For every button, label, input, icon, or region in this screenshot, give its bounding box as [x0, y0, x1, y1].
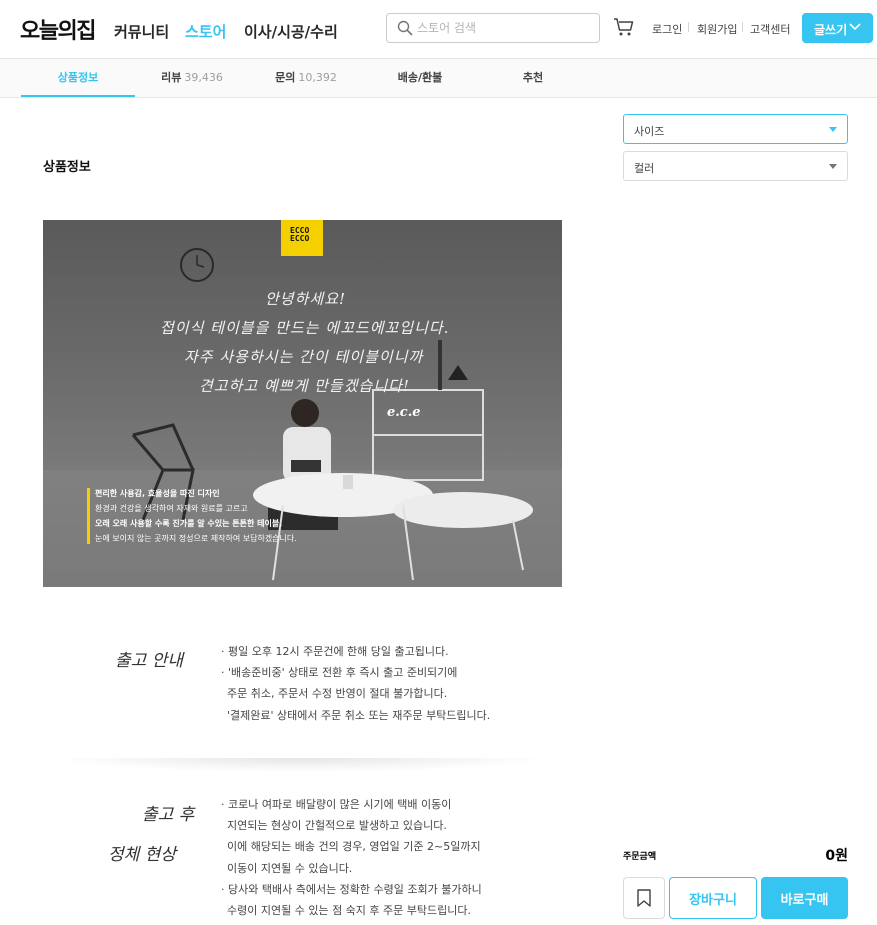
- shipping-guide-line: '결제완료' 상태에서 주문 취소 또는 재주문 부탁드립니다.: [227, 709, 491, 722]
- search-box[interactable]: [386, 13, 600, 43]
- tab-label: 리뷰: [161, 71, 182, 84]
- handwritten-line: 안녕하세요!: [265, 290, 347, 308]
- chevron-down-icon: [849, 23, 861, 31]
- section-divider: [50, 758, 550, 772]
- write-button-label: 글쓰기: [814, 23, 848, 37]
- delay-notice-line: 이에 해당되는 배송 건의 경우, 영업일 기준 2~5일까지: [227, 840, 481, 853]
- search-icon: [397, 20, 413, 36]
- nav-store[interactable]: 스토어: [185, 21, 226, 42]
- size-select-label: 사이즈: [634, 125, 665, 138]
- handwritten-line: 접이식 테이블을 만드는 에꼬드에꼬입니다.: [160, 319, 450, 337]
- tab-product-info[interactable]: 상품정보: [21, 59, 135, 97]
- color-select[interactable]: 컬러: [623, 151, 848, 181]
- caret-down-icon: [829, 164, 837, 169]
- tab-label: 문의: [275, 71, 296, 84]
- handwritten-line: 견고하고 예쁘게 만들겠습니다!: [199, 377, 410, 395]
- delay-notice-line: 수령이 지연될 수 있는 점 숙지 후 주문 부탁드립니다.: [227, 904, 471, 917]
- tab-count: 10,392: [298, 71, 337, 84]
- divider: [742, 22, 743, 32]
- brand-logo: ECCO ECCO: [281, 220, 323, 256]
- nav-community[interactable]: 커뮤니티: [114, 21, 169, 42]
- size-select[interactable]: 사이즈: [623, 114, 848, 144]
- shipping-guide-line: 주문 취소, 주문서 수정 반영이 절대 불가합니다.: [227, 687, 448, 700]
- caption-line: 오래 오래 사용할 수록 진가를 알 수있는 튼튼한 테이블.: [95, 519, 283, 528]
- shipping-guide-line: · '배송준비중' 상태로 전환 후 즉시 출고 준비되기에: [221, 666, 458, 679]
- logo[interactable]: 오늘의집: [20, 13, 96, 45]
- delay-notice-title: 출고 후: [142, 805, 195, 825]
- login-link[interactable]: 로그인: [652, 21, 682, 37]
- tab-count: 39,436: [184, 71, 223, 84]
- signature: e.c.e: [387, 405, 421, 420]
- signup-link[interactable]: 회원가입: [697, 21, 737, 37]
- tab-reviews[interactable]: 리뷰 39,436: [135, 59, 249, 97]
- cart-icon[interactable]: [613, 17, 635, 41]
- tab-label: 상품정보: [57, 71, 99, 84]
- tab-label: 추천: [522, 71, 544, 84]
- room-scene-illustration: [43, 248, 562, 587]
- search-input[interactable]: [417, 19, 592, 37]
- write-button[interactable]: 글쓰기: [802, 13, 873, 43]
- caption-accent-bar: [87, 488, 90, 544]
- customer-center-link[interactable]: 고객센터: [750, 21, 790, 37]
- divider: [688, 22, 689, 32]
- nav-moving-construction[interactable]: 이사/시공/수리: [244, 21, 338, 42]
- color-select-label: 컬러: [634, 162, 655, 175]
- caption-line: 편리한 사용감, 효율성을 따진 디자인: [95, 489, 220, 498]
- add-to-cart-button[interactable]: 장바구니: [669, 877, 757, 919]
- shipping-guide-line: · 평일 오후 12시 주문건에 한해 당일 출고됩니다.: [221, 645, 449, 658]
- tab-shipping-refund[interactable]: 배송/환불: [363, 59, 477, 97]
- delay-notice-line: 이동이 지연될 수 있습니다.: [227, 862, 353, 875]
- caret-down-icon: [829, 127, 837, 132]
- product-detail-image: ECCO ECCO 안녕하세요! 접이식 테이블을 만드는 에꼬드에꼬입니다. 자…: [43, 220, 562, 587]
- product-tab-bar: 상품정보 리뷰 39,436 문의 10,392 배송/환불 추천: [0, 59, 877, 98]
- buy-now-button[interactable]: 바로구매: [761, 877, 848, 919]
- shipping-guide-title: 출고 안내: [115, 651, 183, 671]
- tab-label: 배송/환불: [397, 71, 443, 84]
- caption-line: 환경과 건강을 생각하여 자재와 원료를 고르고: [95, 504, 248, 513]
- handwritten-line: 자주 사용하시는 간이 테이블이니까: [184, 348, 424, 366]
- delay-notice-title: 정체 현상: [108, 845, 176, 865]
- tab-recommend[interactable]: 추천: [476, 59, 590, 97]
- order-amount-label: 주문금액: [623, 852, 657, 862]
- delay-notice-line: · 당사와 택배사 측에서는 정확한 수령일 조회가 불가하니: [221, 883, 482, 896]
- tab-inquiries[interactable]: 문의 10,392: [249, 59, 363, 97]
- delay-notice-line: · 코로나 여파로 배달량이 많은 시기에 택배 이동이: [221, 798, 452, 811]
- top-navigation-bar: 오늘의집 커뮤니티 스토어 이사/시공/수리 로그인 회원가입 고객센터 글쓰기: [0, 0, 877, 59]
- order-amount-value: 0원: [825, 848, 848, 864]
- delay-notice-line: 지연되는 현상이 간헐적으로 발생하고 있습니다.: [227, 819, 447, 832]
- bookmark-button[interactable]: [623, 877, 665, 919]
- bookmark-icon: [637, 889, 651, 907]
- caption-line: 눈에 보이지 않는 곳까지 정성으로 제작하여 보답하겠습니다.: [95, 534, 297, 543]
- page-title: 상품정보: [43, 160, 91, 175]
